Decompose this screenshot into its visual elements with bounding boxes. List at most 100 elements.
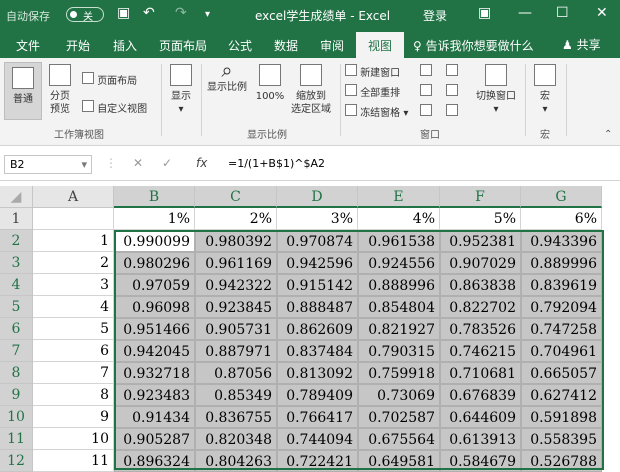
show-button[interactable]: 显示 ▾ [166, 64, 196, 116]
cell-c6[interactable]: 0.905731 [195, 318, 277, 340]
name-box[interactable]: B2 ▾ [4, 155, 92, 174]
cell-d8[interactable]: 0.813092 [277, 362, 358, 384]
cell-e8[interactable]: 0.759918 [358, 362, 440, 384]
column-header-g[interactable]: G [521, 186, 602, 208]
cell-f5[interactable]: 0.822702 [440, 296, 521, 318]
column-header-e[interactable]: E [358, 186, 440, 208]
switch-windows-button[interactable]: 切换窗口 ▾ [472, 64, 520, 116]
row-header-1[interactable]: 1 [0, 208, 33, 230]
cell-b7[interactable]: 0.942045 [114, 340, 195, 362]
cell-c12[interactable]: 0.804263 [195, 450, 277, 472]
cell-c3[interactable]: 0.961169 [195, 252, 277, 274]
cell-d10[interactable]: 0.766417 [277, 406, 358, 428]
tab-review[interactable]: 审阅 [320, 37, 344, 54]
cell-d7[interactable]: 0.837484 [277, 340, 358, 362]
ribbon-display-icon[interactable]: ▣ [478, 5, 491, 21]
customize-qat-icon[interactable]: ▾ [205, 9, 210, 20]
cell-g10[interactable]: 0.591898 [521, 406, 602, 428]
row-header-9[interactable]: 9 [0, 384, 33, 406]
cell-d5[interactable]: 0.888487 [277, 296, 358, 318]
cell-d9[interactable]: 0.789409 [277, 384, 358, 406]
row-header-8[interactable]: 8 [0, 362, 33, 384]
cell-b9[interactable]: 0.923483 [114, 384, 195, 406]
page-break-preview-button[interactable]: 分页 预览 [44, 64, 76, 116]
row-header-4[interactable]: 4 [0, 274, 33, 296]
login-button[interactable]: 登录 [423, 7, 447, 24]
redo-icon[interactable]: ↷ [175, 5, 187, 21]
cell-c11[interactable]: 0.820348 [195, 428, 277, 450]
cell-a5[interactable]: 4 [33, 296, 114, 318]
cell-e5[interactable]: 0.854804 [358, 296, 440, 318]
cell-a12[interactable]: 11 [33, 450, 114, 472]
row-header-6[interactable]: 6 [0, 318, 33, 340]
cell-c5[interactable]: 0.923845 [195, 296, 277, 318]
cell-g7[interactable]: 0.704961 [521, 340, 602, 362]
cell-d2[interactable]: 0.970874 [277, 230, 358, 252]
cell-g12[interactable]: 0.526788 [521, 450, 602, 472]
split-icon[interactable] [420, 64, 432, 80]
cell-b1[interactable]: 1% [114, 208, 195, 230]
cell-a7[interactable]: 6 [33, 340, 114, 362]
formula-input[interactable]: =1/(1+B$1)^$A2 [220, 155, 618, 174]
cell-b11[interactable]: 0.905287 [114, 428, 195, 450]
cell-g8[interactable]: 0.665057 [521, 362, 602, 384]
maximize-icon[interactable]: ☐ [556, 5, 569, 21]
row-header-5[interactable]: 5 [0, 296, 33, 318]
cell-c10[interactable]: 0.836755 [195, 406, 277, 428]
cell-c4[interactable]: 0.942322 [195, 274, 277, 296]
tab-data[interactable]: 数据 [274, 37, 298, 54]
cell-f1[interactable]: 5% [440, 208, 521, 230]
tab-insert[interactable]: 插入 [113, 37, 137, 54]
zoom-button[interactable]: ⌕ 显示比例 [205, 60, 249, 94]
cell-g6[interactable]: 0.747258 [521, 318, 602, 340]
cell-a11[interactable]: 10 [33, 428, 114, 450]
side-by-side-icon[interactable] [446, 64, 458, 80]
select-all-corner[interactable]: ◢ [0, 186, 33, 208]
cell-a6[interactable]: 5 [33, 318, 114, 340]
reset-position-icon[interactable] [446, 104, 458, 120]
row-header-11[interactable]: 11 [0, 428, 33, 450]
undo-icon[interactable]: ↶ [143, 5, 155, 21]
cell-c7[interactable]: 0.887971 [195, 340, 277, 362]
cell-f7[interactable]: 0.746215 [440, 340, 521, 362]
cell-e10[interactable]: 0.702587 [358, 406, 440, 428]
cell-f4[interactable]: 0.863838 [440, 274, 521, 296]
row-header-3[interactable]: 3 [0, 252, 33, 274]
share-button[interactable]: ♟ 共享 [562, 36, 601, 53]
cell-c1[interactable]: 2% [195, 208, 277, 230]
tab-file[interactable]: 文件 [16, 37, 40, 54]
cell-g3[interactable]: 0.889996 [521, 252, 602, 274]
tab-formulas[interactable]: 公式 [228, 37, 252, 54]
cell-b2[interactable]: 0.990099 [114, 230, 195, 252]
cell-e12[interactable]: 0.649581 [358, 450, 440, 472]
cell-c2[interactable]: 0.980392 [195, 230, 277, 252]
cell-c8[interactable]: 0.87056 [195, 362, 277, 384]
hide-icon[interactable] [420, 84, 432, 100]
row-header-2[interactable]: 2 [0, 230, 33, 252]
save-icon[interactable]: ▣ [117, 5, 130, 21]
cancel-icon[interactable]: ✕ [133, 156, 143, 170]
row-header-7[interactable]: 7 [0, 340, 33, 362]
column-header-b[interactable]: B [114, 186, 195, 208]
tell-me-search[interactable]: ♀ 告诉我你想要做什么 [413, 37, 534, 54]
cell-b5[interactable]: 0.96098 [114, 296, 195, 318]
cell-b12[interactable]: 0.896324 [114, 450, 195, 472]
cell-b4[interactable]: 0.97059 [114, 274, 195, 296]
tab-page-layout[interactable]: 页面布局 [159, 37, 207, 54]
cell-e11[interactable]: 0.675564 [358, 428, 440, 450]
cell-a3[interactable]: 2 [33, 252, 114, 274]
cell-f8[interactable]: 0.710681 [440, 362, 521, 384]
cell-a10[interactable]: 9 [33, 406, 114, 428]
column-header-d[interactable]: D [277, 186, 358, 208]
cell-e9[interactable]: 0.73069 [358, 384, 440, 406]
cell-f10[interactable]: 0.644609 [440, 406, 521, 428]
cell-a9[interactable]: 8 [33, 384, 114, 406]
insert-function-button[interactable]: fx [196, 156, 207, 170]
page-layout-button[interactable]: 页面布局 [82, 72, 137, 88]
cell-f9[interactable]: 0.676839 [440, 384, 521, 406]
new-window-button[interactable]: 新建窗口 [345, 64, 400, 80]
tab-view[interactable]: 视图 [356, 32, 405, 58]
cell-d1[interactable]: 3% [277, 208, 358, 230]
cell-g11[interactable]: 0.558395 [521, 428, 602, 450]
cell-d3[interactable]: 0.942596 [277, 252, 358, 274]
